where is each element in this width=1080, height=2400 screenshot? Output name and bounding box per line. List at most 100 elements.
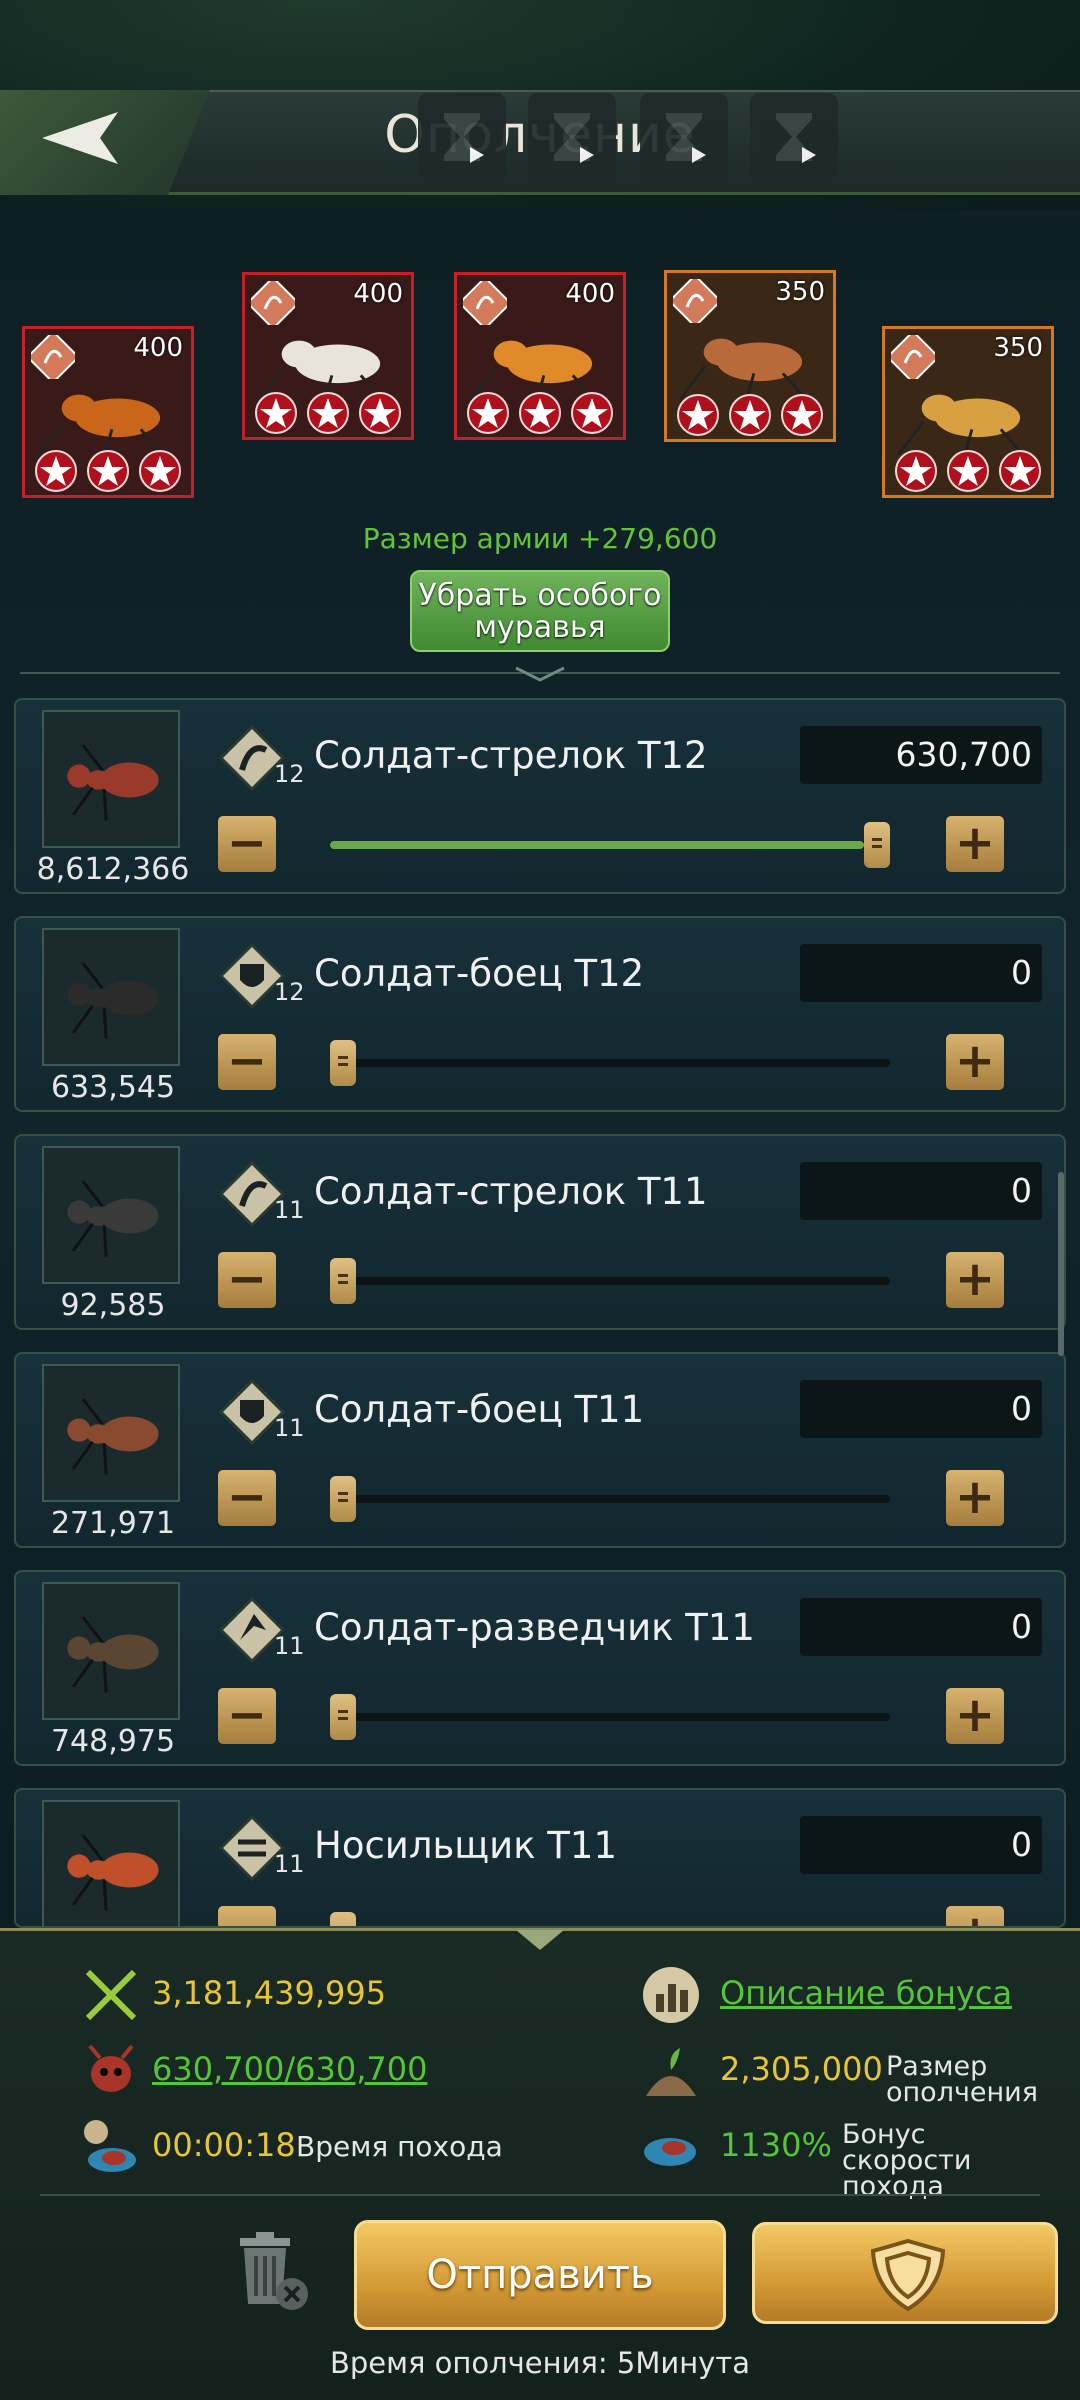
troop-tier: 11 — [274, 1414, 305, 1442]
quantity-slider-track[interactable] — [330, 1059, 890, 1067]
collapse-chevron-icon[interactable] — [514, 1928, 566, 1952]
star-icon — [677, 394, 719, 436]
special-ant-level: 400 — [565, 279, 615, 309]
increase-button[interactable]: + — [946, 1252, 1004, 1308]
speed-bonus-label: Бонус скорости похода — [842, 2119, 972, 2202]
militia-size-value: 2,305,000 — [720, 2050, 883, 2088]
increase-button[interactable]: + — [946, 1906, 1004, 1926]
special-ant-card[interactable]: 400 — [242, 272, 414, 440]
troop-row: 633,545 12 Солдат-боец T12 0 − + — [14, 916, 1066, 1112]
decrease-button[interactable]: − — [218, 816, 276, 872]
hourglass-icon — [666, 113, 706, 163]
slider-handle[interactable] — [864, 822, 890, 868]
troop-tier: 12 — [274, 760, 305, 788]
power-value: 3,181,439,995 — [152, 1974, 387, 2012]
increase-button[interactable]: + — [946, 816, 1004, 872]
hourglass-icon — [776, 113, 816, 163]
troop-tier: 12 — [274, 978, 305, 1006]
star-icon — [307, 392, 349, 434]
special-ant-card[interactable]: 400 — [454, 272, 626, 440]
speed-bonus-value: 1130% — [720, 2126, 832, 2164]
star-rating — [885, 449, 1051, 493]
increase-button[interactable]: + — [946, 1034, 1004, 1090]
send-button[interactable]: Отправить — [354, 2220, 726, 2330]
specialty-badge-icon — [463, 281, 507, 325]
decrease-button[interactable]: − — [218, 1688, 276, 1744]
troop-name: Солдат-стрелок T11 — [314, 1170, 708, 1213]
slider-handle[interactable] — [330, 1912, 356, 1926]
troop-row: 11 Носильщик T11 0 − + — [14, 1788, 1066, 1928]
hourglass-icon — [554, 113, 594, 163]
decrease-button[interactable]: − — [218, 1906, 276, 1926]
quantity-slider-track[interactable] — [330, 1277, 890, 1285]
troop-quantity-input[interactable]: 0 — [800, 1598, 1042, 1656]
troop-quantity-input[interactable]: 630,700 — [800, 726, 1042, 784]
remove-special-ant-button[interactable]: Убрать особого муравья — [410, 570, 670, 652]
star-icon — [467, 392, 509, 434]
specialty-badge-icon — [31, 335, 75, 379]
bonus-description-link[interactable]: Описание бонуса — [720, 1974, 1012, 2012]
troop-name: Солдат-боец T11 — [314, 1388, 645, 1431]
special-ant-level: 350 — [775, 277, 825, 307]
trash-icon[interactable] — [228, 2228, 314, 2314]
quantity-slider-track[interactable] — [330, 1713, 890, 1721]
star-icon — [139, 450, 181, 492]
quantity-slider-track[interactable] — [330, 1495, 890, 1503]
shield-icon — [870, 2238, 946, 2312]
army-size-text: Размер армии +279,600 — [362, 522, 718, 555]
ad-button-1[interactable] — [418, 93, 506, 181]
star-icon — [781, 394, 823, 436]
quantity-slider-track[interactable] — [330, 841, 890, 849]
troop-quantity-input[interactable]: 0 — [800, 1816, 1042, 1874]
bonus-chart-icon — [643, 1967, 699, 2023]
special-ant-card[interactable]: 350 — [882, 326, 1054, 498]
special-ant-level: 350 — [993, 333, 1043, 363]
star-icon — [999, 450, 1041, 492]
star-icon — [729, 394, 771, 436]
decrease-button[interactable]: − — [218, 1252, 276, 1308]
decrease-button[interactable]: − — [218, 1470, 276, 1526]
slider-handle[interactable] — [330, 1258, 356, 1304]
special-ant-card[interactable]: 350 — [664, 270, 836, 442]
slider-handle[interactable] — [330, 1476, 356, 1522]
star-rating — [245, 391, 411, 435]
troop-quantity-input[interactable]: 0 — [800, 944, 1042, 1002]
scrollbar[interactable] — [1058, 1172, 1064, 1356]
slider-fill — [330, 841, 864, 849]
militia-time-footer: Время ополчения: 5Минута — [330, 2346, 750, 2380]
troop-portrait — [42, 1582, 180, 1720]
troop-name: Солдат-боец T12 — [314, 952, 645, 995]
troop-tier: 11 — [274, 1632, 305, 1660]
speed-bonus-icon — [644, 2138, 696, 2166]
increase-button[interactable]: + — [946, 1470, 1004, 1526]
troop-available-count: 271,971 — [50, 1506, 176, 1541]
increase-button[interactable]: + — [946, 1688, 1004, 1744]
ad-button-4[interactable] — [750, 93, 838, 181]
specialty-badge-icon — [673, 279, 717, 323]
slider-handle[interactable] — [330, 1694, 356, 1740]
troop-quantity-input[interactable]: 0 — [800, 1162, 1042, 1220]
formation-shield-button[interactable] — [752, 2222, 1058, 2324]
troop-row: 92,585 11 Солдат-стрелок T11 0 − + — [14, 1134, 1066, 1330]
troop-portrait — [42, 1146, 180, 1284]
ant-art — [67, 962, 159, 1039]
ad-button-3[interactable] — [640, 93, 728, 181]
star-icon — [87, 450, 129, 492]
troop-name: Солдат-стрелок T12 — [314, 734, 708, 777]
march-time-icon — [84, 2120, 136, 2172]
star-icon — [519, 392, 561, 434]
troop-portrait — [42, 1800, 180, 1926]
slider-handle[interactable] — [330, 1040, 356, 1086]
ad-button-2[interactable] — [528, 93, 616, 181]
specialty-badge-icon — [891, 335, 935, 379]
troop-count-link[interactable]: 630,700/630,700 — [152, 2050, 427, 2088]
star-icon — [359, 392, 401, 434]
troop-available-count: 748,975 — [50, 1724, 176, 1759]
star-icon — [255, 392, 297, 434]
ant-art — [67, 1180, 159, 1257]
troop-quantity-input[interactable]: 0 — [800, 1380, 1042, 1438]
star-icon — [35, 450, 77, 492]
decrease-button[interactable]: − — [218, 1034, 276, 1090]
special-ant-card[interactable]: 400 — [22, 326, 194, 498]
crossed-swords-icon — [85, 1969, 137, 2021]
